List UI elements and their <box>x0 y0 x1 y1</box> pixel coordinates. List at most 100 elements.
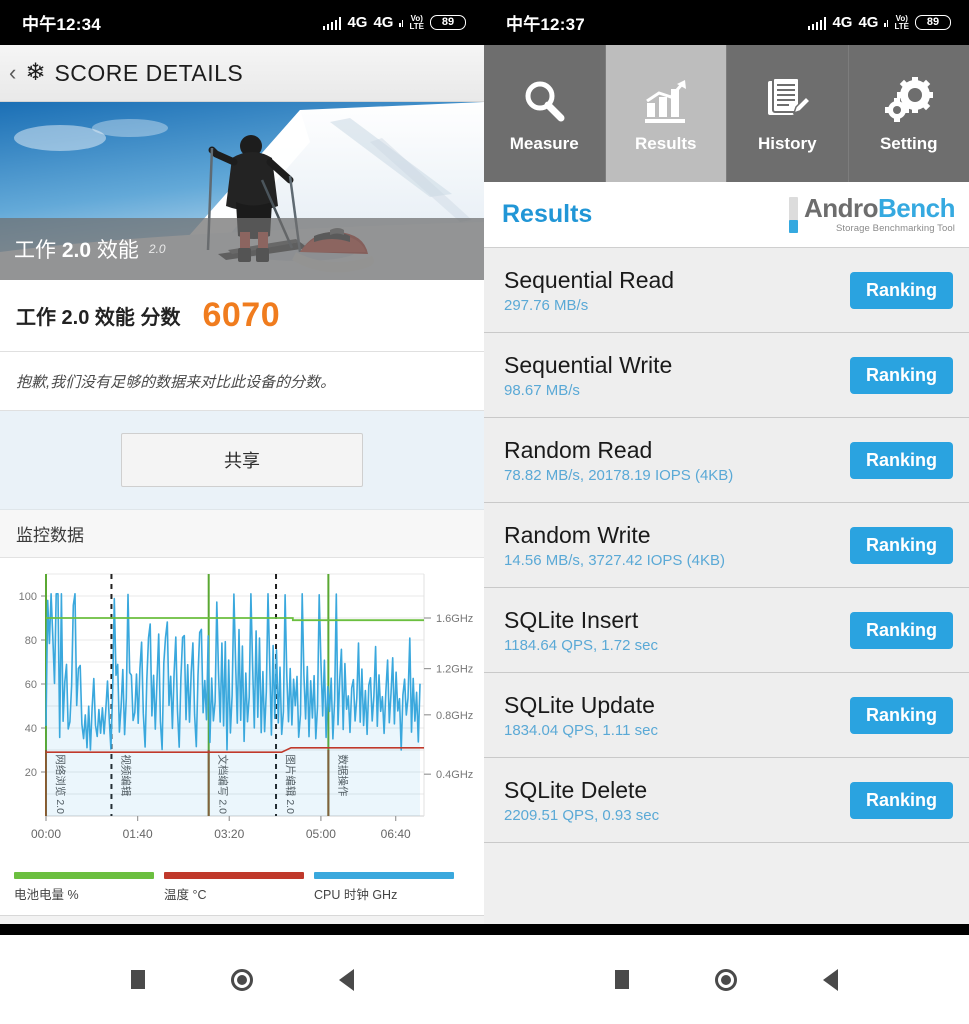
recent-apps-icon-right[interactable] <box>615 970 630 989</box>
tab-bar: Measure Results History Setting <box>484 45 969 182</box>
tab-setting[interactable]: Setting <box>849 45 969 182</box>
nav-divider-strip <box>0 924 969 935</box>
result-value: 1834.04 QPS, 1.11 sec <box>504 721 658 739</box>
svg-text:20: 20 <box>25 767 37 779</box>
ranking-button[interactable]: Ranking <box>849 356 953 394</box>
network-type-1: 4G <box>347 14 368 31</box>
svg-text:00:00: 00:00 <box>31 827 61 841</box>
result-title: SQLite Delete <box>504 776 648 803</box>
ranking-button[interactable]: Ranking <box>849 271 953 309</box>
legend-swatch <box>14 872 154 879</box>
legend-item: 电池电量 % <box>14 872 164 903</box>
result-value: 14.56 MB/s, 3727.42 IOPS (4KB) <box>504 551 725 569</box>
network-type-2: 4G <box>373 14 394 31</box>
legend-swatch <box>314 872 454 879</box>
result-title: Sequential Write <box>504 351 673 378</box>
status-time: 中午12:34 <box>22 15 101 34</box>
result-value: 98.67 MB/s <box>504 381 580 399</box>
dual-phone-screenshot: 中午12:34 4G 4G Vo) LTE 89 ‹ ❄ SCORE DETAI… <box>0 0 969 1024</box>
signal-bars-icon <box>322 16 342 30</box>
tab-results[interactable]: Results <box>605 45 727 182</box>
ranking-button[interactable]: Ranking <box>849 526 953 564</box>
result-value: 297.76 MB/s <box>504 296 589 314</box>
logo-wordmark: AndroBench <box>803 193 956 224</box>
volte-icon-right: Vo) LTE <box>894 14 909 31</box>
share-section: 共享 <box>0 411 484 510</box>
result-row-text: Random Write 14.56 MB/s, 3727.42 IOPS (4K… <box>504 522 725 569</box>
svg-text:05:00: 05:00 <box>306 827 336 841</box>
volte-bottom-label-right: LTE <box>894 21 909 31</box>
right-phone-panel: 中午12:37 4G 4G Vo) LTE 89 Measure Results… <box>484 0 969 1024</box>
tab-setting-label: Setting <box>879 133 938 153</box>
result-row: SQLite Insert 1184.64 QPS, 1.72 sec Rankin… <box>484 588 969 673</box>
volte-icon: Vo) LTE <box>409 14 424 31</box>
result-title: SQLite Insert <box>504 606 639 633</box>
result-row-text: SQLite Update 1834.04 QPS, 1.11 sec <box>504 692 658 739</box>
ranking-button[interactable]: Ranking <box>849 441 953 479</box>
svg-text:0.8GHz: 0.8GHz <box>436 710 473 722</box>
tab-measure-label: Measure <box>509 133 579 153</box>
result-row-text: Sequential Read 297.76 MB/s <box>504 267 674 314</box>
result-value: 78.82 MB/s, 20178.19 IOPS (4KB) <box>504 466 734 484</box>
hero-caption-text: 工作 2.0 效能 <box>14 239 139 262</box>
legend-label: CPU 时钟 GHz <box>314 888 398 902</box>
left-phone-panel: 中午12:34 4G 4G Vo) LTE 89 ‹ ❄ SCORE DETAI… <box>0 0 484 1024</box>
results-title: Results <box>502 200 593 228</box>
signal-bars-secondary-icon <box>399 19 404 27</box>
legend-label: 电池电量 % <box>14 888 79 902</box>
back-chevron-icon[interactable]: ‹ <box>9 62 16 84</box>
status-bar-left: 中午12:34 4G 4G Vo) LTE 89 <box>0 0 484 45</box>
result-row: Random Write 14.56 MB/s, 3727.42 IOPS (4K… <box>484 503 969 588</box>
svg-text:100: 100 <box>19 591 37 603</box>
snowflake-icon: ❄ <box>25 59 46 86</box>
score-value: 6070 <box>202 296 281 334</box>
tab-results-label: Results <box>635 133 697 153</box>
share-button[interactable]: 共享 <box>121 433 363 487</box>
recent-apps-icon[interactable] <box>130 970 145 989</box>
score-label: 工作 2.0 效能 分数 <box>16 307 181 329</box>
network-type-1-right: 4G <box>832 14 853 31</box>
legend-label: 温度 °C <box>164 888 207 902</box>
ranking-button[interactable]: Ranking <box>849 611 953 649</box>
back-icon-right[interactable] <box>823 968 839 991</box>
svg-text:03:20: 03:20 <box>214 827 244 841</box>
result-title: Random Write <box>504 521 651 548</box>
ranking-button[interactable]: Ranking <box>849 696 953 734</box>
home-icon[interactable] <box>230 968 253 991</box>
legend-swatch <box>164 872 304 879</box>
ranking-button[interactable]: Ranking <box>849 781 953 819</box>
logo-tagline: Storage Benchmarking Tool <box>835 223 955 235</box>
signal-bars-icon-right <box>807 16 827 30</box>
page-title: SCORE DETAILS <box>54 59 244 86</box>
monitor-data-header: 监控数据 <box>0 510 484 558</box>
gears-icon <box>883 74 935 128</box>
score-summary-row: 工作 2.0 效能 分数 6070 <box>0 280 484 352</box>
result-row: Random Read 78.82 MB/s, 20178.19 IOPS (4K… <box>484 418 969 503</box>
svg-text:1.2GHz: 1.2GHz <box>436 664 473 676</box>
svg-text:40: 40 <box>25 723 37 735</box>
back-icon[interactable] <box>338 968 354 991</box>
result-row-text: Random Read 78.82 MB/s, 20178.19 IOPS (4K… <box>504 437 733 484</box>
legend-item: CPU 时钟 GHz <box>314 872 464 903</box>
tab-measure[interactable]: Measure <box>484 45 606 182</box>
battery-indicator-right: 89 <box>915 15 951 30</box>
logo-mark-icon <box>788 196 798 233</box>
tab-history[interactable]: History <box>727 45 849 182</box>
result-row-text: SQLite Delete 2209.51 QPS, 0.93 sec <box>504 777 659 824</box>
magnifier-icon <box>520 74 568 128</box>
result-title: Random Read <box>504 436 653 463</box>
svg-text:0.4GHz: 0.4GHz <box>436 769 473 781</box>
svg-text:06:40: 06:40 <box>381 827 411 841</box>
result-row: SQLite Update 1834.04 QPS, 1.11 sec Rankin… <box>484 673 969 758</box>
result-value: 1184.64 QPS, 1.72 sec <box>504 636 658 654</box>
system-navigation-bar <box>0 935 969 1024</box>
result-row: SQLite Delete 2209.51 QPS, 0.93 sec Rankin… <box>484 758 969 843</box>
svg-text:1.6GHz: 1.6GHz <box>436 613 473 625</box>
result-title: SQLite Update <box>504 691 655 718</box>
home-icon-right[interactable] <box>715 968 738 991</box>
result-value: 2209.51 QPS, 0.93 sec <box>504 806 660 824</box>
tab-history-label: History <box>757 133 817 153</box>
result-row-text: Sequential Write 98.67 MB/s <box>504 352 672 399</box>
result-row-text: SQLite Insert 1184.64 QPS, 1.72 sec <box>504 607 658 654</box>
results-header: Results AndroBench Storage Benchmarking … <box>484 182 969 248</box>
